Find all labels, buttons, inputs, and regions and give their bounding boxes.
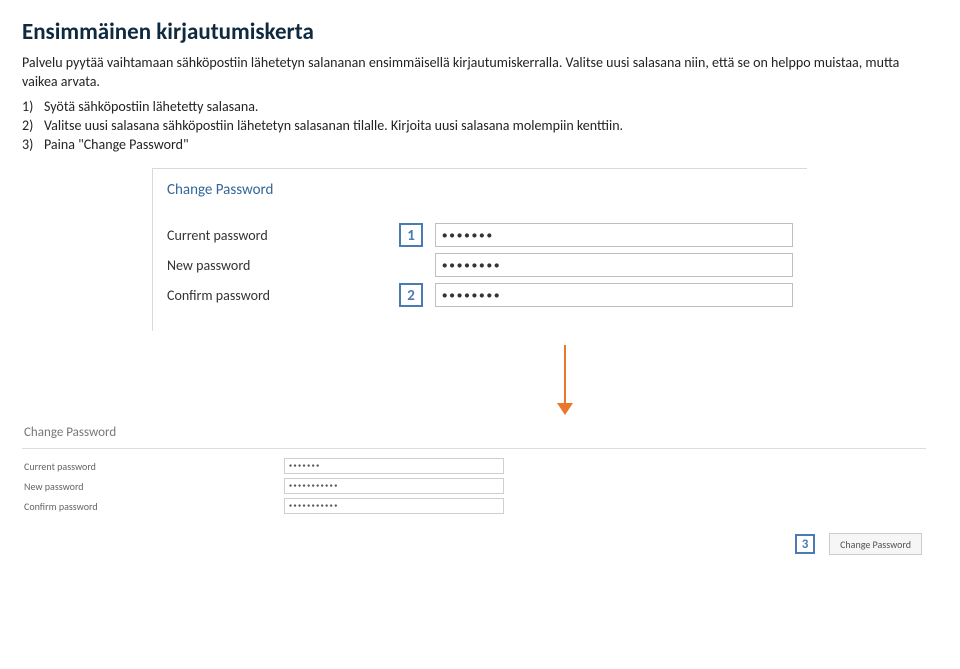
confirm-password-input[interactable]: ●●●●●●●●●●● (284, 498, 504, 514)
action-bar: 3 Change Password (22, 533, 926, 555)
callout-marker-3: 3 (795, 534, 815, 554)
callout-marker-2: 2 (399, 283, 423, 307)
step-text: Valitse uusi salasana sähköpostiin lähet… (44, 117, 623, 136)
confirm-password-label: Confirm password (167, 287, 399, 304)
intro-paragraph: Palvelu pyytää vaihtamaan sähköpostiin l… (22, 54, 938, 92)
step-number: 3) (22, 136, 44, 155)
step-text: Syötä sähköpostiin lähetetty salasana. (44, 98, 258, 117)
panel-title: Change Password (153, 169, 807, 211)
step-item: 2) Valitse uusi salasana sähköpostiin lä… (22, 117, 938, 136)
change-password-panel-large: Change Password Current password 1 ●●●●●… (152, 168, 807, 331)
new-password-label: New password (167, 257, 399, 274)
current-password-row: Current password ●●●●●●● (24, 457, 924, 475)
page-heading: Ensimmäinen kirjautumiskerta (22, 18, 938, 46)
step-list: 1) Syötä sähköpostiin lähetetty salasana… (22, 98, 938, 155)
current-password-input[interactable]: ●●●●●●● (435, 223, 793, 247)
arrow-down-icon (555, 345, 575, 417)
new-password-row: New password ●●●●●●●●●●● (24, 477, 924, 495)
new-password-row: New password ●●●●●●●● (167, 251, 793, 279)
panel-title: Change Password (22, 421, 926, 449)
step-number: 1) (22, 98, 44, 117)
change-password-button[interactable]: Change Password (829, 533, 922, 555)
new-password-input[interactable]: ●●●●●●●● (435, 253, 793, 277)
current-password-label: Current password (24, 460, 284, 473)
current-password-row: Current password 1 ●●●●●●● (167, 221, 793, 249)
confirm-password-row: Confirm password ●●●●●●●●●●● (24, 497, 924, 515)
confirm-password-input[interactable]: ●●●●●●●● (435, 283, 793, 307)
step-item: 3) Paina "Change Password" (22, 136, 938, 155)
current-password-input[interactable]: ●●●●●●● (284, 458, 504, 474)
step-number: 2) (22, 117, 44, 136)
new-password-label: New password (24, 480, 284, 493)
change-password-panel-small: Change Password Current password ●●●●●●●… (22, 421, 926, 555)
callout-marker-1: 1 (399, 223, 423, 247)
new-password-input[interactable]: ●●●●●●●●●●● (284, 478, 504, 494)
step-item: 1) Syötä sähköpostiin lähetetty salasana… (22, 98, 938, 117)
step-text: Paina "Change Password" (44, 136, 189, 155)
confirm-password-row: Confirm password 2 ●●●●●●●● (167, 281, 793, 309)
current-password-label: Current password (167, 227, 399, 244)
confirm-password-label: Confirm password (24, 500, 284, 513)
